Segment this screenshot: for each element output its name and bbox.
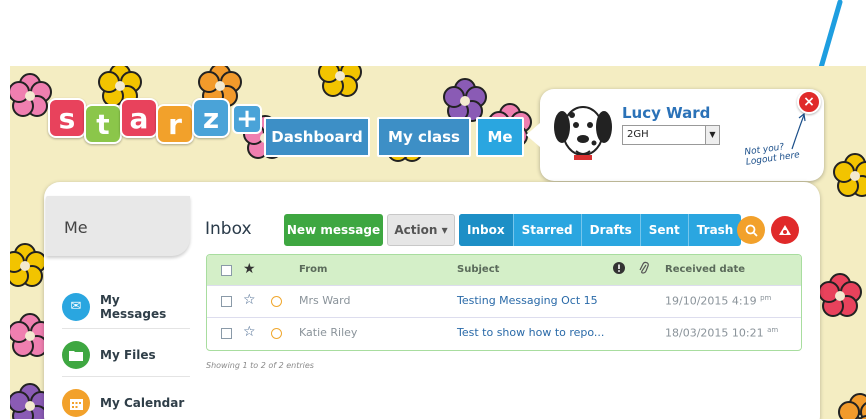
close-icon[interactable]: × [797,90,821,114]
class-select-value: 2GH [627,129,649,140]
top-navigation-myclass: My class [377,117,471,157]
priority-column-icon [613,262,625,277]
sidebar-item-label: My Files [100,347,156,362]
tab-starred[interactable]: Starred [514,214,582,246]
sidebar-item-my-files[interactable]: My Files [62,333,190,377]
tab-inbox[interactable]: Inbox [459,214,514,246]
row-subject[interactable]: Test to show how to repo... [457,326,604,339]
user-card: Lucy Ward 2GH ▼ Not you? Logout here [526,89,824,181]
sidebar-item-my-messages[interactable]: ✉ My Messages [62,285,190,329]
tab-trash[interactable]: Trash [689,214,742,246]
star-icon[interactable]: ☆ [243,324,256,340]
nav-my-class-button[interactable]: My class [377,117,471,157]
row-date-ampm: am [767,326,779,334]
starz-logo[interactable]: s t a r z + [48,98,262,144]
sidebar-item-label: My Messages [99,292,167,321]
chevron-down-icon: ▼ [705,126,719,144]
table-footer-info: Showing 1 to 2 of 2 entries [206,361,314,370]
user-card-pointer [526,123,540,147]
envelope-icon: ✉ [62,292,90,321]
folder-tabs: Inbox Starred Drafts Sent Trash [459,214,742,246]
calendar-icon [62,389,90,417]
logout-arrow-icon [791,112,806,150]
sidebar-item-my-calendar[interactable]: My Calendar [62,381,190,419]
row-date-ampm: pm [760,294,772,302]
row-date-value: 18/03/2015 10:21 [665,326,764,340]
top-navigation: Dashboard [264,117,370,157]
row-from: Katie Riley [299,326,358,339]
tab-sent[interactable]: Sent [641,214,689,246]
message-table: ★ From Subject Received date ☆ Mrs Ward … [206,254,802,351]
table-row[interactable]: ☆ Katie Riley Test to show how to repo..… [207,317,801,349]
row-date-value: 19/10/2015 4:19 [665,294,757,308]
action-dropdown-button[interactable]: Action ▾ [387,214,455,246]
app-window: s t a r z + Dashboard My class Me Lucy W… [0,0,866,419]
nav-dashboard-button[interactable]: Dashboard [264,117,370,157]
table-row[interactable]: ☆ Mrs Ward Testing Messaging Oct 15 19/1… [207,285,801,317]
paperclip-icon [639,261,649,278]
user-name[interactable]: Lucy Ward [622,104,710,122]
logo-letter-r: r [156,104,194,144]
new-message-button[interactable]: New message [284,214,383,246]
column-header-from[interactable]: From [299,264,327,275]
row-date: 19/10/2015 4:19 pm [665,294,771,308]
row-from: Mrs Ward [299,294,351,307]
sidebar-heading: Me [46,196,190,256]
top-navigation-me: Me [476,117,524,157]
class-select[interactable]: 2GH ▼ [622,125,720,145]
column-header-received-date[interactable]: Received date [665,264,745,275]
dalmatian-avatar [554,106,612,160]
row-checkbox[interactable] [221,296,232,307]
logo-letter-z: z [192,98,230,138]
search-icon[interactable] [737,216,765,244]
column-header-subject[interactable]: Subject [457,264,499,275]
logo-letter-s: s [48,98,86,138]
unread-indicator-icon [271,328,282,339]
star-column-icon: ★ [243,261,256,277]
tab-drafts[interactable]: Drafts [582,214,641,246]
broadcast-icon[interactable] [771,216,799,244]
row-date: 18/03/2015 10:21 am [665,326,778,340]
folder-icon [62,340,90,369]
nav-me-button[interactable]: Me [476,117,524,157]
sidebar-heading-text: Me [64,218,88,237]
table-header: ★ From Subject Received date [207,255,801,285]
logo-letter-a: a [120,98,158,138]
sidebar-item-label: My Calendar [100,396,185,410]
star-icon[interactable]: ☆ [243,292,256,308]
inbox-title: Inbox [205,219,252,239]
logo-letter-t: t [84,104,122,144]
row-checkbox[interactable] [221,328,232,339]
row-subject[interactable]: Testing Messaging Oct 15 [457,294,598,307]
logo-plus-icon: + [232,104,262,134]
select-all-checkbox[interactable] [221,265,232,276]
unread-indicator-icon [271,296,282,307]
